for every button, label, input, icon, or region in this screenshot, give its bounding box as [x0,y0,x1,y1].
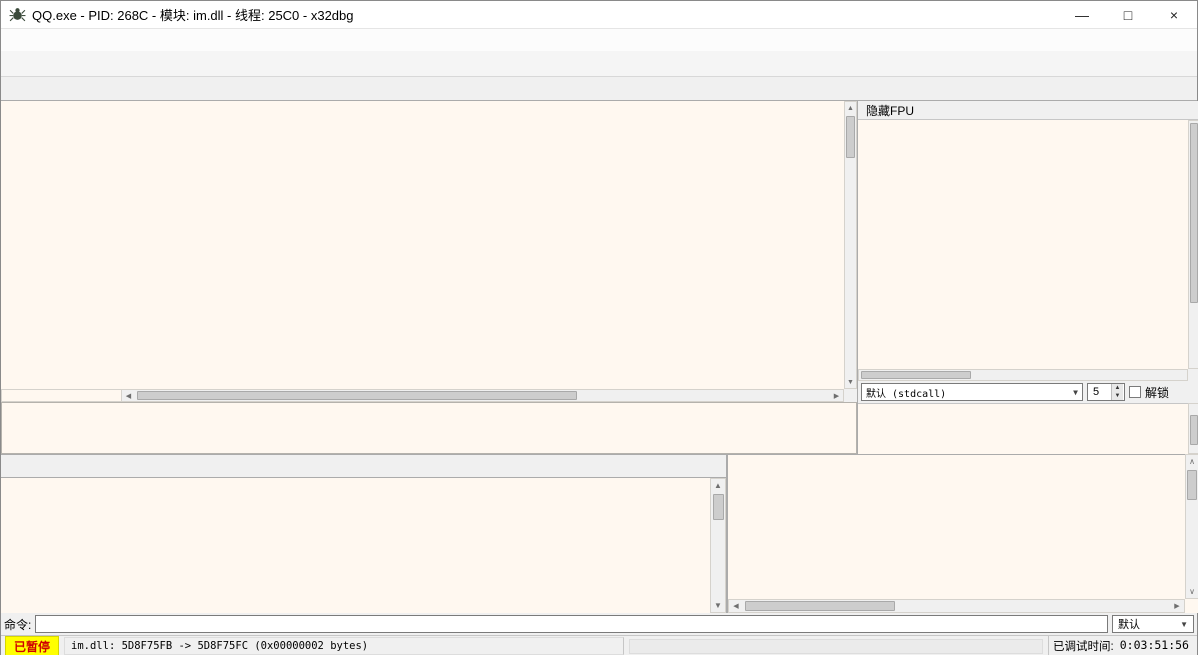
arguments-list[interactable] [858,403,1188,454]
jump-overflow-arrow [2,390,122,401]
scroll-right-icon[interactable]: ▶ [830,390,843,401]
arguments-scrollbar[interactable] [1188,403,1198,454]
command-row: 命令: 默认 ▼ [1,613,1197,635]
status-message: im.dll: 5D8F75FB -> 5D8F75FC (0x00000002… [64,637,625,655]
scrollbar-thumb[interactable] [712,494,724,520]
registers-vertical-scrollbar[interactable] [1188,120,1198,369]
argument-count-value: 5 [1093,386,1100,398]
command-label: 命令: [4,617,32,632]
cpu-view: ▲ ▼ ◀ ▶ [1,101,857,454]
scroll-right-icon[interactable]: ▶ [1170,600,1184,612]
registers-list[interactable] [858,120,1188,369]
scrollbar-thumb[interactable] [1190,123,1198,303]
scroll-up-icon[interactable]: ∧ [1186,455,1198,468]
argument-count-stepper[interactable]: 5 ▲ ▼ [1087,383,1125,401]
spin-down-icon[interactable]: ▼ [1111,392,1123,400]
spin-up-icon[interactable]: ▲ [1111,384,1123,392]
debug-time-label: 已调试时间: [1053,641,1114,653]
scroll-down-icon[interactable]: ∨ [1186,585,1198,598]
debug-time: 已调试时间: 0:03:51:56 [1048,636,1193,655]
status-bar: 已暂停 im.dll: 5D8F75FB -> 5D8F75FC (0x0000… [1,635,1197,655]
stack-vertical-scrollbar[interactable]: ∧ ∨ [1185,454,1198,599]
hide-fpu-label: 隐藏FPU [866,103,915,118]
unlock-label: 解锁 [1145,385,1170,400]
status-spacer [629,638,1044,654]
scrollbar-corner [844,389,857,402]
title-bar: QQ.exe - PID: 268C - 模块: im.dll - 线程: 25… [1,1,1197,29]
stack-view[interactable] [728,454,1198,613]
dump-vertical-scrollbar[interactable]: ▲ ▼ [710,478,726,613]
app-icon [9,8,26,22]
window-title: QQ.exe - PID: 268C - 模块: im.dll - 线程: 25… [32,8,354,23]
x32dbg-window: QQ.exe - PID: 268C - 模块: im.dll - 线程: 25… [0,0,1198,655]
registers-panel: 隐藏FPU 默认 (stdcall) ▼ 5 ▲ ▼ 解锁 [857,101,1198,454]
command-script-select[interactable]: 默认 ▼ [1112,615,1194,633]
info-box [1,402,857,454]
debug-state-badge: 已暂停 [5,635,60,655]
scroll-left-icon[interactable]: ◀ [122,390,135,401]
calling-convention-value: 默认 (stdcall) [866,388,947,400]
chevron-down-icon: ▼ [1073,387,1078,397]
close-button[interactable]: × [1151,1,1197,28]
unlock-checkbox[interactable] [1129,386,1141,398]
command-input[interactable] [35,615,1108,633]
scroll-down-icon[interactable]: ▼ [845,376,856,388]
scroll-up-icon[interactable]: ▲ [711,479,725,492]
main-tab-bar [1,77,1197,101]
scrollbar-thumb[interactable] [861,371,971,379]
scrollbar-thumb[interactable] [846,116,855,158]
menu-bar [1,29,1197,51]
disassembly-vertical-scrollbar[interactable]: ▲ ▼ [844,101,857,389]
calling-convention-row: 默认 (stdcall) ▼ 5 ▲ ▼ 解锁 [858,381,1198,403]
scroll-up-icon[interactable]: ▲ [845,102,856,114]
scrollbar-thumb[interactable] [1190,414,1198,445]
bottom-tab-bar [1,454,728,478]
minimize-button[interactable]: — [1059,1,1105,28]
debug-time-value: 0:03:51:56 [1119,638,1189,652]
scrollbar-thumb[interactable] [137,391,577,400]
command-script-value: 默认 [1118,619,1140,631]
scrollbar-thumb[interactable] [745,601,895,611]
scroll-left-icon[interactable]: ◀ [729,600,743,612]
calling-convention-select[interactable]: 默认 (stdcall) ▼ [861,383,1083,401]
maximize-button[interactable]: □ [1105,1,1151,28]
hide-fpu-button[interactable]: 隐藏FPU [858,101,1198,120]
stack-horizontal-scrollbar[interactable]: ◀ ▶ [728,599,1185,613]
registers-horizontal-scrollbar[interactable] [858,369,1188,381]
toolbar [1,51,1197,77]
scroll-down-icon[interactable]: ▼ [711,599,725,612]
scrollbar-thumb[interactable] [1187,470,1197,500]
disassembly-horizontal-scrollbar[interactable]: ◀ ▶ [1,389,844,402]
chevron-down-icon: ▼ [1180,619,1188,629]
disassembly-view[interactable] [1,101,844,389]
memory-dump-view[interactable] [1,478,710,613]
